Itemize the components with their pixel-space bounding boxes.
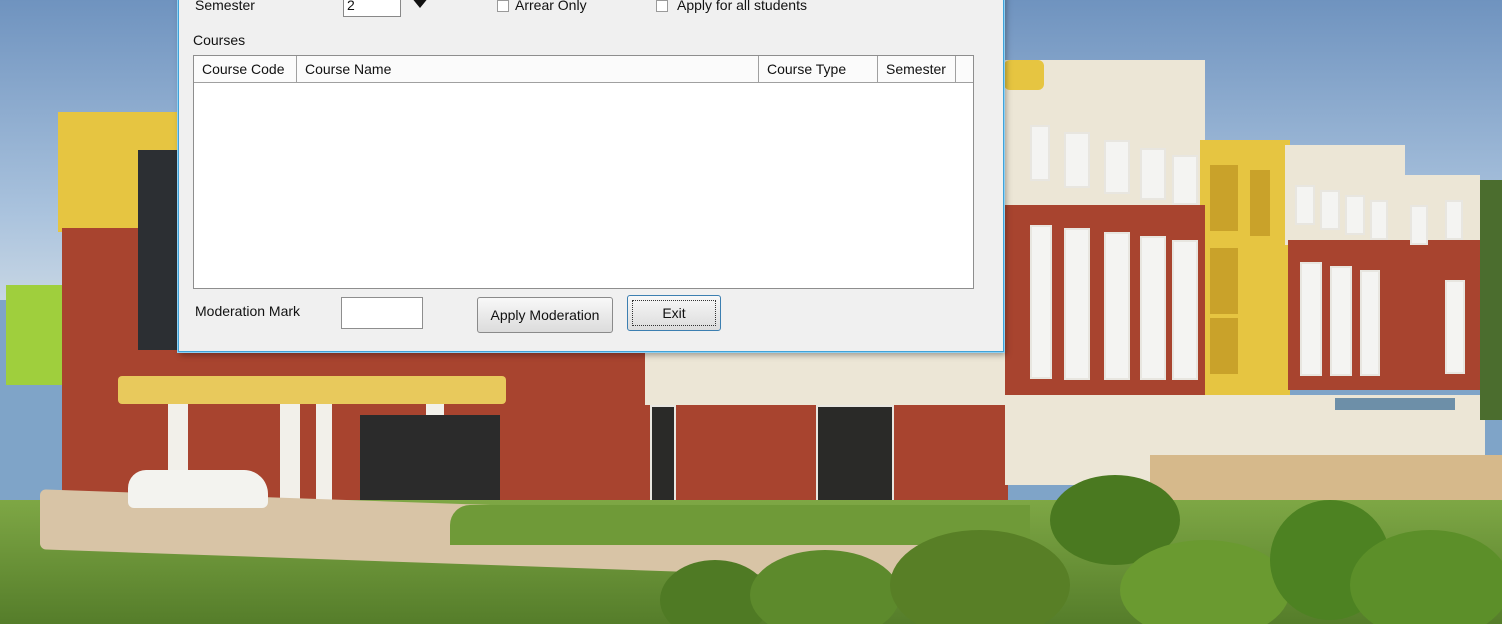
moderation-dialog: Semester 2 Arrear Only Apply for all stu… <box>178 0 1004 352</box>
apply-moderation-button[interactable]: Apply Moderation <box>477 297 613 333</box>
moderation-mark-input[interactable] <box>341 297 423 329</box>
column-course-name[interactable]: Course Name <box>297 56 759 82</box>
courses-table[interactable]: Course Code Course Name Course Type Seme… <box>193 55 974 289</box>
apply-all-students-checkbox[interactable] <box>656 0 668 12</box>
column-course-type[interactable]: Course Type <box>759 56 878 82</box>
courses-label: Courses <box>193 32 246 48</box>
arrear-only-label: Arrear Only <box>515 0 587 13</box>
apply-all-students-label: Apply for all students <box>677 0 807 13</box>
focus-ring <box>632 300 716 326</box>
courses-table-header: Course Code Course Name Course Type Seme… <box>194 56 973 83</box>
arrear-only-checkbox[interactable] <box>497 0 509 12</box>
semester-spinner-input[interactable]: 2 <box>343 0 401 17</box>
column-course-code[interactable]: Course Code <box>194 56 297 82</box>
semester-label: Semester <box>195 0 255 13</box>
column-semester[interactable]: Semester <box>878 56 956 82</box>
moderation-mark-label: Moderation Mark <box>195 303 301 319</box>
triangle-down-icon[interactable] <box>411 0 429 8</box>
courses-table-body <box>194 83 973 288</box>
exit-button[interactable]: Exit <box>627 295 721 331</box>
